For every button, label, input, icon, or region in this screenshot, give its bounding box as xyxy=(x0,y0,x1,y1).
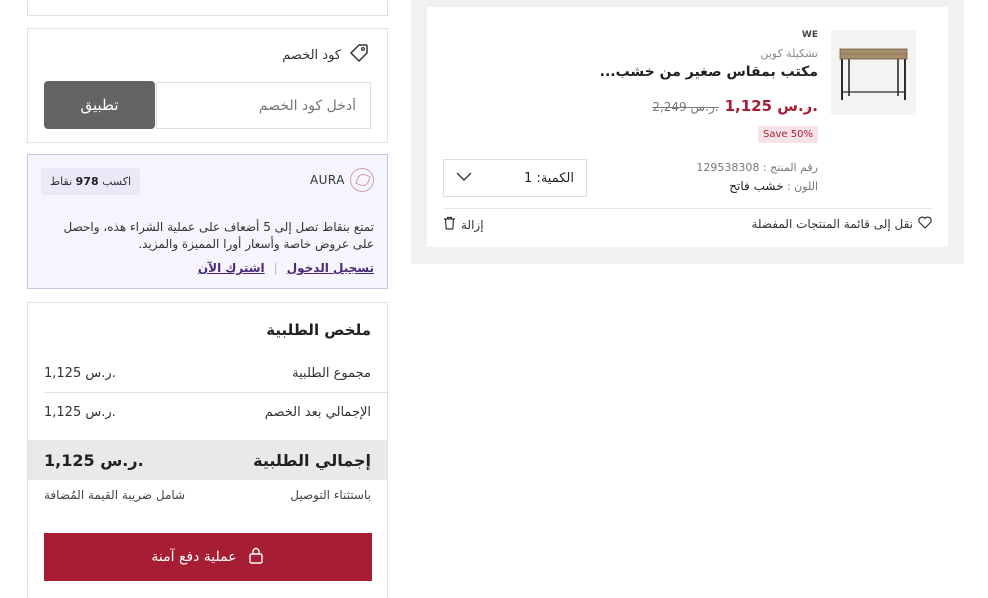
after-discount-label: الإجمالي بعد الخصم xyxy=(264,405,371,420)
save-badge: Save 50% xyxy=(758,126,818,143)
current-price: 1,125 ر.س. xyxy=(724,97,818,115)
aura-earn-badge: اكسب 978 نقاط xyxy=(41,168,141,195)
order-total-value: 1,125 ر.س. xyxy=(44,450,144,470)
tag-icon xyxy=(349,43,369,67)
lock-icon xyxy=(247,546,265,568)
card-divider xyxy=(443,208,932,209)
aura-signup-link[interactable]: اشترك الآن xyxy=(198,261,265,275)
product-sku: رقم المنتج : 129538308 xyxy=(696,161,818,174)
aura-logo-text: AURA xyxy=(309,173,345,187)
aura-rewards-panel: AURA اكسب 978 نقاط تمتع بنقاط تصل إلى 5 … xyxy=(27,154,388,289)
aura-emblem-icon xyxy=(350,168,374,192)
coupon-title: كود الخصم xyxy=(282,47,341,63)
checkout-label: عملية دفع آمنة xyxy=(151,549,237,565)
chevron-down-icon xyxy=(456,171,472,186)
quantity-label: الكمية: 1 xyxy=(524,170,574,186)
product-title[interactable]: مكتب بمقاس صغير من خشب... xyxy=(600,64,818,80)
remove-item-button[interactable]: إزالة xyxy=(443,216,484,233)
summary-notes: باستثناء التوصيل شامل ضريبة القيمة المُض… xyxy=(44,488,371,502)
move-to-wishlist-button[interactable]: نقل إلى قائمة المنتجات المفضلة xyxy=(751,216,932,232)
order-summary-title: ملخص الطلبية xyxy=(266,321,371,339)
sku-value: 129538308 xyxy=(696,161,760,174)
subtotal-row: مجموع الطلبية 1,125 ر.س. xyxy=(44,366,371,381)
quantity-select[interactable]: الكمية: 1 xyxy=(443,159,587,197)
color-value: خشب فاتح xyxy=(729,179,784,193)
product-image[interactable] xyxy=(831,30,916,115)
product-collection: تشكيلة كوين xyxy=(760,47,818,60)
secure-checkout-button[interactable]: عملية دفع آمنة xyxy=(44,533,372,581)
aura-logo: AURA xyxy=(310,168,374,192)
order-total-label: إجمالي الطلبية xyxy=(253,450,371,470)
product-color: اللون : خشب فاتح xyxy=(729,179,818,193)
wishlist-label: نقل إلى قائمة المنتجات المفضلة xyxy=(751,217,913,231)
order-summary-panel: ملخص الطلبية مجموع الطلبية 1,125 ر.س. ال… xyxy=(27,302,388,598)
link-separator: | xyxy=(273,261,278,275)
delivery-note: باستثناء التوصيل xyxy=(290,488,371,502)
product-price: 1,125 ر.س. 2,249 ر.س. xyxy=(652,97,818,115)
cart-item-card: WE تشكيلة كوين مكتب بمقاس صغير من خشب...… xyxy=(427,7,948,247)
aura-login-link[interactable]: تسجيل الدخول xyxy=(287,261,374,275)
remove-label: إزالة xyxy=(461,217,484,232)
vat-note: شامل ضريبة القيمة المُضافة xyxy=(44,488,186,502)
after-discount-value: 1,125 ر.س. xyxy=(44,405,116,420)
aura-description: تمتع بنقاط تصل إلى 5 أضعاف على عملية الش… xyxy=(63,220,374,251)
earn-suffix: نقاط xyxy=(50,175,73,188)
subtotal-value: 1,125 ر.س. xyxy=(44,366,116,381)
apply-coupon-button[interactable]: تطبيق xyxy=(44,81,155,129)
original-price: 2,249 ر.س. xyxy=(652,100,719,114)
trash-icon xyxy=(443,216,456,233)
earn-prefix: اكسب xyxy=(102,175,132,188)
aura-links: تسجيل الدخول | اشترك الآن xyxy=(198,261,374,275)
order-total-row: إجمالي الطلبية 1,125 ر.س. xyxy=(28,440,387,480)
product-brand: WE xyxy=(801,30,818,40)
color-label: اللون : xyxy=(786,180,818,193)
cart-items-area: WE تشكيلة كوين مكتب بمقاس صغير من خشب...… xyxy=(411,0,964,264)
after-discount-row: الإجمالي بعد الخصم 1,125 ر.س. xyxy=(44,405,371,420)
coupon-code-input[interactable] xyxy=(156,82,371,129)
subtotal-label: مجموع الطلبية xyxy=(292,366,371,381)
coupon-panel: كود الخصم تطبيق xyxy=(27,28,388,143)
summary-divider xyxy=(44,392,387,393)
sku-label: رقم المنتج : xyxy=(762,161,818,174)
coupon-header: كود الخصم xyxy=(282,43,369,67)
heart-icon xyxy=(918,216,932,232)
earn-points: 978 xyxy=(75,175,99,188)
previous-panel-edge xyxy=(27,0,388,16)
